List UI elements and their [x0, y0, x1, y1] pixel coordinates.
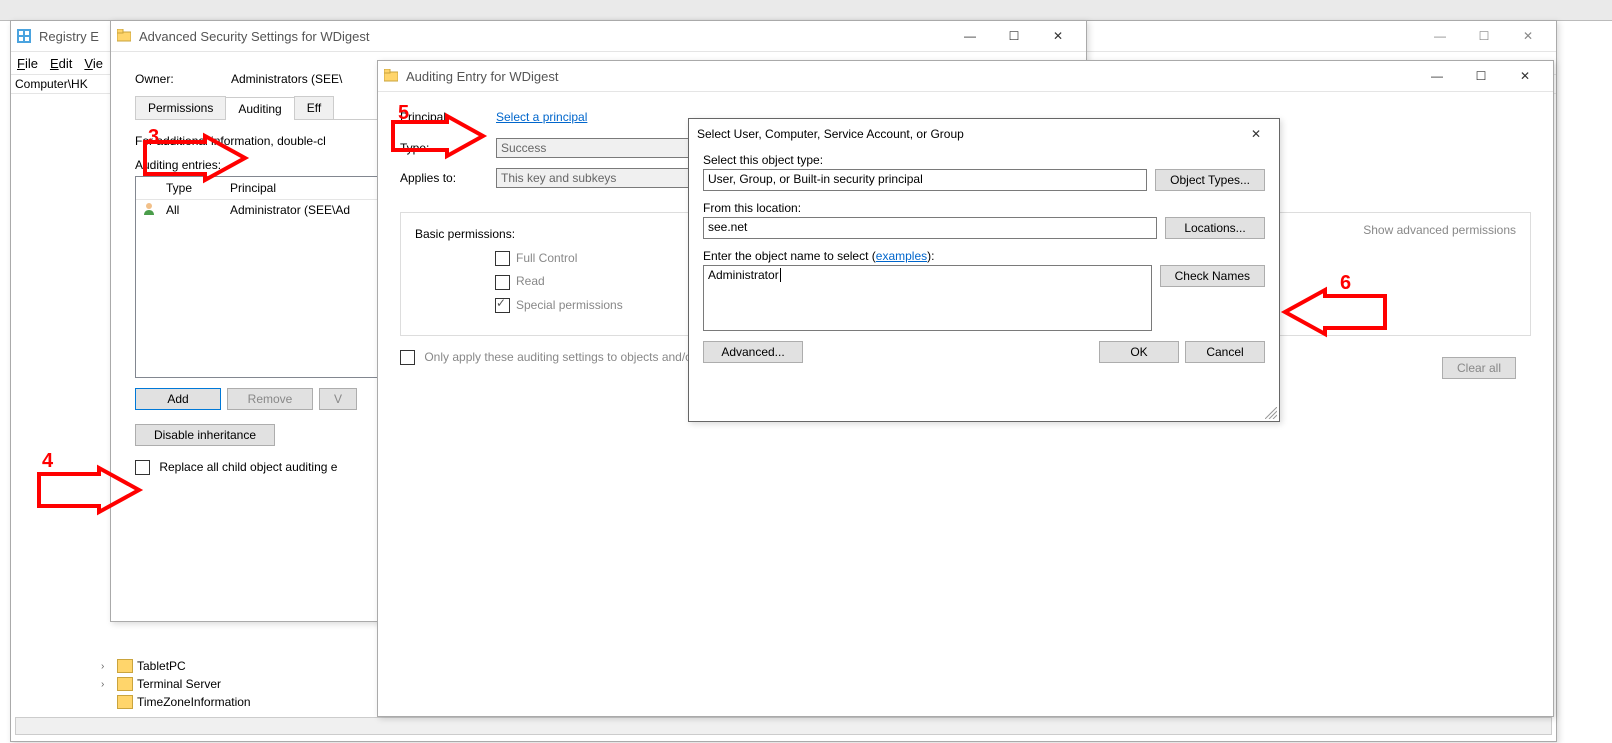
regedit-tree[interactable]: ›TabletPC ›Terminal Server TimeZoneInfor… — [11, 657, 391, 711]
perm-read-label: Read — [516, 274, 545, 288]
location-field[interactable]: see.net — [703, 217, 1157, 239]
replace-label: Replace all child object auditing e — [159, 460, 337, 474]
objectname-value: Administrator — [708, 268, 779, 282]
arrow-6-icon — [1280, 290, 1390, 337]
applies-combo[interactable]: This key and subkeys — [496, 168, 706, 188]
perm-special-label: Special permissions — [516, 298, 623, 312]
regedit-menu-file[interactable]: File — [11, 56, 44, 71]
show-advanced-link[interactable]: Show advanced permissions — [1363, 223, 1516, 237]
tab-permissions[interactable]: Permissions — [135, 96, 226, 119]
tab-effective[interactable]: Eff — [294, 96, 334, 119]
remove-button[interactable]: Remove — [227, 388, 313, 410]
object-types-button[interactable]: Object Types... — [1155, 169, 1265, 191]
add-button[interactable]: Add — [135, 388, 221, 410]
location-label: From this location: — [703, 201, 1265, 215]
tree-label: TimeZoneInformation — [137, 695, 251, 709]
locations-button[interactable]: Locations... — [1165, 217, 1265, 239]
objtype-field[interactable]: User, Group, or Built-in security princi… — [703, 169, 1147, 191]
view-button[interactable]: V — [319, 388, 357, 410]
objtype-label: Select this object type: — [703, 153, 1265, 167]
arrow-4-icon — [34, 468, 144, 515]
owner-label: Owner: — [135, 72, 231, 86]
advsec-titlebar: Advanced Security Settings for WDigest —… — [111, 21, 1086, 52]
tree-item-tabletpc[interactable]: ›TabletPC — [11, 657, 391, 675]
audentry-title: Auditing Entry for WDigest — [406, 69, 1415, 84]
regedit-path-text: Computer\HK — [15, 77, 88, 91]
background-strip — [0, 0, 1612, 21]
regedit-menu-edit[interactable]: Edit — [44, 56, 78, 71]
perm-read-checkbox[interactable] — [495, 275, 510, 290]
seldlg-close-button[interactable]: ✕ — [1241, 119, 1271, 149]
col-type[interactable]: Type — [162, 181, 226, 195]
advanced-button[interactable]: Advanced... — [703, 341, 803, 363]
folder-icon — [384, 69, 398, 83]
perm-full-checkbox[interactable] — [495, 251, 510, 266]
examples-link[interactable]: examples — [876, 249, 927, 263]
folder-icon — [117, 29, 131, 43]
tree-label: TabletPC — [137, 659, 186, 673]
ok-button[interactable]: OK — [1099, 341, 1179, 363]
row-type: All — [162, 203, 226, 217]
resize-grip-icon[interactable] — [1265, 407, 1277, 419]
tree-item-terminal[interactable]: ›Terminal Server — [11, 675, 391, 693]
regedit-menu-view[interactable]: Vie — [78, 56, 109, 71]
advsec-max-button[interactable]: ☐ — [992, 21, 1036, 51]
regedit-min-button[interactable]: — — [1418, 21, 1462, 51]
advsec-title: Advanced Security Settings for WDigest — [139, 29, 948, 44]
user-icon — [136, 202, 162, 219]
type-combo[interactable]: Success — [496, 138, 706, 158]
select-principal-link[interactable]: Select a principal — [496, 110, 587, 124]
disable-inheritance-button[interactable]: Disable inheritance — [135, 424, 275, 446]
regedit-close-button[interactable]: ✕ — [1506, 21, 1550, 51]
audentry-max-button[interactable]: ☐ — [1459, 61, 1503, 91]
regedit-hscrollbar[interactable] — [15, 717, 1552, 735]
audentry-close-button[interactable]: ✕ — [1503, 61, 1547, 91]
select-dialog: Select User, Computer, Service Account, … — [688, 118, 1280, 422]
tree-item-timezone[interactable]: TimeZoneInformation — [11, 693, 391, 711]
applies-label: Applies to: — [400, 171, 496, 185]
seldlg-title: Select User, Computer, Service Account, … — [697, 127, 969, 141]
onlyapply-checkbox[interactable] — [400, 350, 415, 365]
regedit-icon — [17, 29, 31, 43]
advsec-close-button[interactable]: ✕ — [1036, 21, 1080, 51]
tab-auditing[interactable]: Auditing — [225, 97, 294, 120]
audentry-min-button[interactable]: — — [1415, 61, 1459, 91]
seldlg-body: Select this object type: User, Group, or… — [689, 149, 1279, 373]
owner-value: Administrators (SEE\ — [231, 72, 342, 86]
regedit-max-button[interactable]: ☐ — [1462, 21, 1506, 51]
perm-full-label: Full Control — [516, 251, 577, 265]
arrow-3-icon — [140, 136, 250, 183]
perm-special-checkbox[interactable] — [495, 298, 510, 313]
cancel-button[interactable]: Cancel — [1185, 341, 1265, 363]
objectname-textarea[interactable]: Administrator — [703, 265, 1152, 331]
advsec-min-button[interactable]: — — [948, 21, 992, 51]
check-names-button[interactable]: Check Names — [1160, 265, 1265, 287]
arrow-5-icon — [388, 116, 488, 159]
clearall-button[interactable]: Clear all — [1442, 357, 1516, 379]
objectname-label: Enter the object name to select (example… — [703, 249, 1265, 263]
tree-label: Terminal Server — [137, 677, 221, 691]
audentry-titlebar: Auditing Entry for WDigest — ☐ ✕ — [378, 61, 1553, 92]
